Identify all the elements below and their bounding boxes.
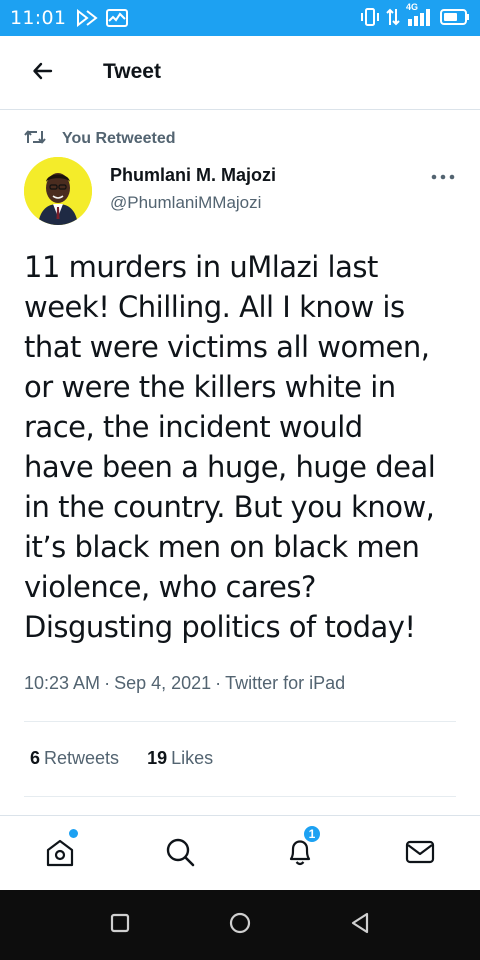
- more-options-button[interactable]: [428, 166, 458, 186]
- tweet-source[interactable]: Twitter for iPad: [225, 673, 345, 693]
- tweet-time[interactable]: 10:23 AM: [24, 673, 100, 693]
- status-bar: 11:01 4G: [0, 0, 480, 36]
- home-circle-icon: [228, 911, 252, 940]
- avatar[interactable]: [24, 157, 92, 225]
- tweet-line: have been a huge, huge deal: [24, 450, 436, 484]
- author-handle[interactable]: @PhumlaniMMajozi: [110, 193, 261, 213]
- tweet-line: that were victims all women,: [24, 330, 430, 364]
- tweet-line: it’s black men on black men: [24, 530, 420, 564]
- app-header: Tweet: [0, 36, 480, 110]
- home-unread-dot: [69, 829, 78, 838]
- recent-apps-button[interactable]: [107, 912, 133, 938]
- retweets-stat[interactable]: 6 Retweets: [30, 748, 119, 769]
- tweet-line: race, the incident would: [24, 410, 363, 444]
- retweets-count: 6: [30, 748, 41, 768]
- back-button[interactable]: [26, 56, 60, 90]
- status-time: 11:01: [10, 7, 67, 29]
- likes-stat[interactable]: 19 Likes: [147, 748, 213, 769]
- tweet-line: Disgusting politics of today!: [24, 610, 416, 644]
- activity-icon: [106, 9, 128, 32]
- retweets-label: Retweets: [44, 748, 120, 768]
- nav-messages[interactable]: [400, 836, 440, 872]
- signal-icon: 4G: [406, 2, 434, 32]
- data-transfer-icon: [386, 7, 400, 32]
- back-system-button[interactable]: [347, 912, 373, 938]
- home-system-button[interactable]: [227, 912, 253, 938]
- status-right-icons: 4G: [360, 2, 470, 32]
- meta-separator: ·: [215, 673, 222, 693]
- divider: [24, 796, 456, 797]
- divider: [24, 721, 456, 722]
- more-icon: [431, 167, 455, 185]
- retweet-indicator[interactable]: You Retweeted: [24, 129, 176, 149]
- home-icon: [44, 836, 76, 873]
- author-display-name[interactable]: Phumlani M. Majozi: [110, 165, 276, 186]
- mail-icon: [404, 836, 436, 873]
- vibrate-icon: [360, 7, 380, 32]
- arrow-left-icon: [31, 59, 55, 88]
- retweet-icon: [24, 128, 46, 151]
- system-navigation-bar: [0, 890, 480, 960]
- tweet-line: or were the killers white in: [24, 370, 396, 404]
- tweet-line: violence, who cares?: [24, 570, 316, 604]
- tweet-line: in the country. But you know,: [24, 490, 435, 524]
- bottom-nav: 1: [0, 815, 480, 889]
- likes-count: 19: [147, 748, 168, 768]
- back-triangle-icon: [348, 911, 372, 940]
- media-play-icon: [76, 8, 98, 32]
- page-title: Tweet: [103, 60, 161, 83]
- nav-notifications[interactable]: 1: [280, 824, 322, 872]
- tweet-date[interactable]: Sep 4, 2021: [114, 673, 211, 693]
- likes-label: Likes: [171, 748, 214, 768]
- meta-separator: ·: [104, 673, 111, 693]
- nav-home[interactable]: [40, 829, 80, 873]
- notification-badge: 1: [302, 824, 322, 844]
- search-icon: [164, 836, 196, 873]
- tweet-meta: 10:23 AM · Sep 4, 2021 · Twitter for iPad: [24, 673, 345, 694]
- battery-icon: [440, 7, 470, 32]
- tweet-line: week! Chilling. All I know is: [24, 290, 405, 324]
- network-type-label: 4G: [406, 2, 419, 12]
- status-left-icons: [76, 8, 128, 32]
- tweet-text: 11 murders in uMlazi last week! Chilling…: [24, 247, 464, 647]
- retweet-label: You Retweeted: [62, 130, 176, 147]
- nav-search[interactable]: [160, 836, 200, 872]
- recent-apps-icon: [109, 912, 131, 939]
- tweet-stats: 6 Retweets 19 Likes: [30, 748, 213, 769]
- tweet-line: 11 murders in uMlazi last: [24, 250, 378, 284]
